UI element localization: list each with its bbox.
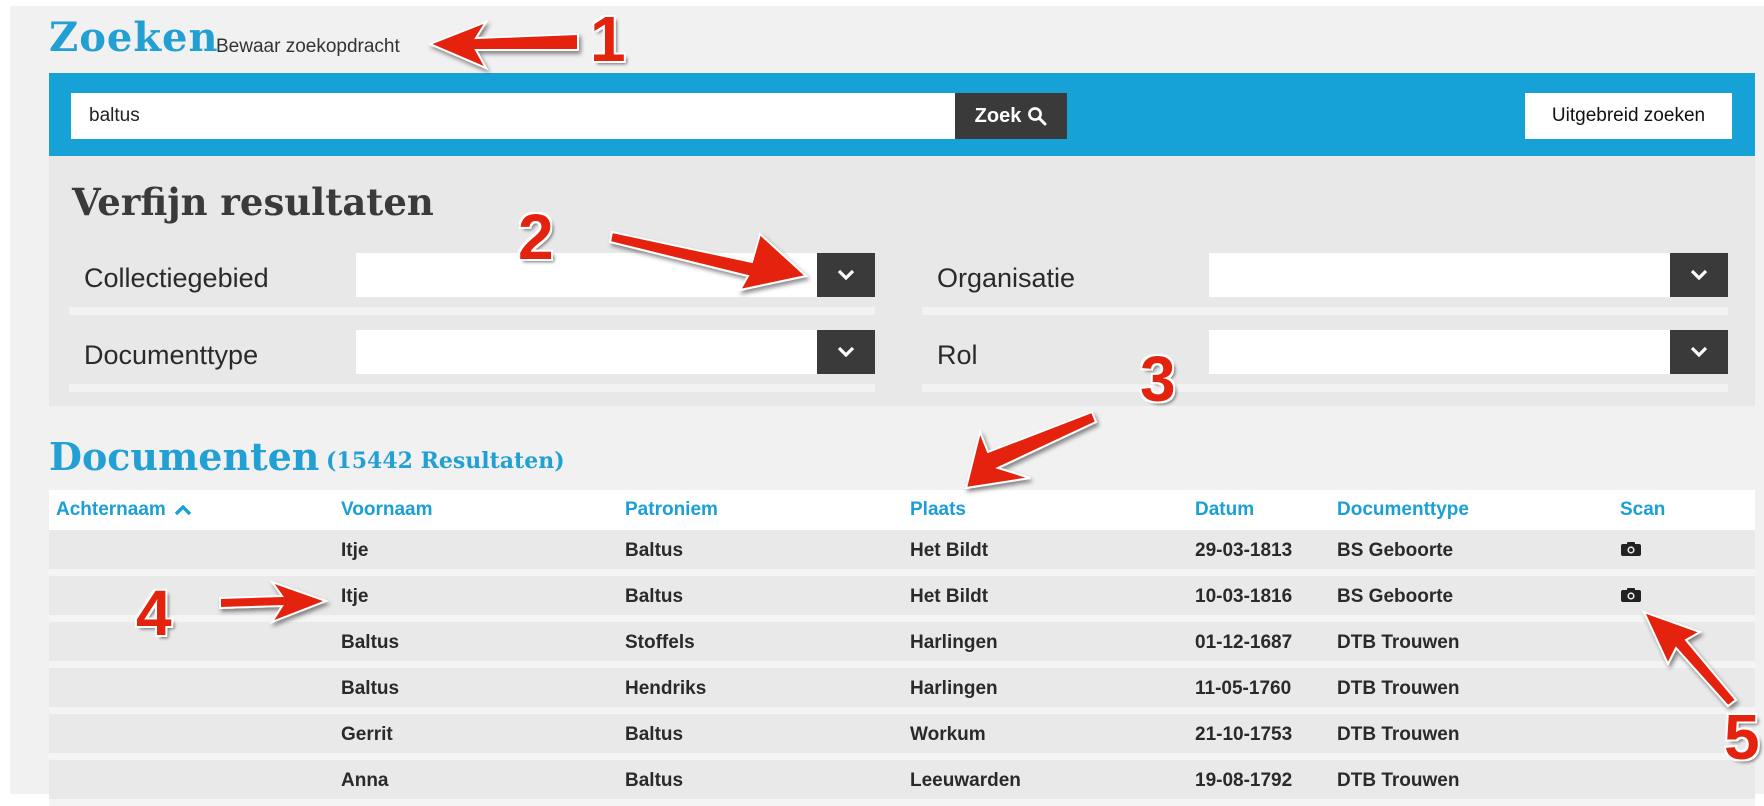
table-row[interactable]: Itje Baltus Het Bildt 29-03-1813 BS Gebo… <box>49 530 1755 576</box>
annotation-number: 3 <box>1140 343 1176 415</box>
refine-panel: Verfijn resultaten Collectiegebied Organ… <box>49 156 1755 406</box>
cell-plaats: Workum <box>910 724 986 745</box>
sort-ascending-icon <box>174 504 192 516</box>
search-bar: Zoek Uitgebreid zoeken <box>49 73 1755 156</box>
column-header-documenttype[interactable]: Documenttype <box>1337 499 1469 521</box>
camera-icon[interactable] <box>1620 541 1642 562</box>
table-row[interactable]: Gerrit Baltus Workum 21-10-1753 DTB Trou… <box>49 714 1755 760</box>
cell-patroniem: Baltus <box>625 586 684 607</box>
cell-datum: 19-08-1792 <box>1195 770 1293 791</box>
cell-patroniem: Baltus <box>625 540 684 561</box>
cell-patroniem: Baltus <box>625 724 684 745</box>
column-header-plaats[interactable]: Plaats <box>910 499 966 521</box>
table-row[interactable]: Anna Baltus Leeuwarden 19-08-1792 DTB Tr… <box>49 760 1755 806</box>
column-header-achternaam[interactable]: Achternaam <box>56 499 192 521</box>
results-table: Achternaam Voornaam Patroniem Plaats Dat… <box>49 490 1755 806</box>
cell-plaats: Het Bildt <box>910 540 989 561</box>
cell-datum: 11-05-1760 <box>1195 678 1292 699</box>
annotation-number: 1 <box>590 3 626 75</box>
page-title: Zoeken <box>49 14 219 61</box>
cell-datum: 21-10-1753 <box>1195 724 1293 745</box>
cell-voornaam: Gerrit <box>341 724 393 745</box>
annotation-number: 2 <box>518 201 554 273</box>
cell-voornaam: Baltus <box>341 632 400 653</box>
cell-patroniem: Hendriks <box>625 678 707 699</box>
table-row[interactable]: Itje Baltus Het Bildt 10-03-1816 BS Gebo… <box>49 576 1755 622</box>
save-search-link[interactable]: Bewaar zoekopdracht <box>216 36 400 58</box>
cell-patroniem: Stoffels <box>625 632 695 653</box>
column-header-patroniem[interactable]: Patroniem <box>625 499 718 521</box>
cell-plaats: Leeuwarden <box>910 770 1021 791</box>
table-body: Itje Baltus Het Bildt 29-03-1813 BS Gebo… <box>49 530 1755 806</box>
cell-datum: 29-03-1813 <box>1195 540 1293 561</box>
chevron-down-icon[interactable] <box>1670 330 1728 374</box>
search-icon <box>1028 107 1047 126</box>
filter-rol: Rol <box>922 330 1728 392</box>
rol-select[interactable] <box>1209 330 1728 374</box>
filter-collectiegebied: Collectiegebied <box>69 253 875 315</box>
cell-patroniem: Baltus <box>625 770 684 791</box>
chevron-down-icon[interactable] <box>1670 253 1728 297</box>
camera-icon[interactable] <box>1620 587 1642 608</box>
filter-label: Documenttype <box>84 340 259 370</box>
filter-documenttype: Documenttype <box>69 330 875 392</box>
cell-voornaam: Baltus <box>341 678 400 699</box>
cell-plaats: Het Bildt <box>910 586 989 607</box>
column-header-scan[interactable]: Scan <box>1620 499 1665 521</box>
table-row[interactable]: Baltus Hendriks Harlingen 11-05-1760 DTB… <box>49 668 1755 714</box>
search-button[interactable]: Zoek <box>955 93 1067 139</box>
cell-voornaam: Anna <box>341 770 389 791</box>
column-header-datum[interactable]: Datum <box>1195 499 1254 521</box>
documenttype-select[interactable] <box>356 330 875 374</box>
table-row[interactable]: Baltus Stoffels Harlingen 01-12-1687 DTB… <box>49 622 1755 668</box>
collectiegebied-select[interactable] <box>356 253 875 297</box>
cell-voornaam: Itje <box>341 540 369 561</box>
refine-title: Verfijn resultaten <box>72 180 434 224</box>
annotation-number: 4 <box>136 577 172 649</box>
cell-datum: 01-12-1687 <box>1195 632 1293 653</box>
cell-voornaam: Itje <box>341 586 369 607</box>
documents-title: Documenten <box>49 434 320 479</box>
cell-plaats: Harlingen <box>910 678 998 699</box>
annotation-number: 5 <box>1724 701 1760 773</box>
search-button-label: Zoek <box>974 104 1022 127</box>
column-header-voornaam[interactable]: Voornaam <box>341 499 433 521</box>
cell-plaats: Harlingen <box>910 632 998 653</box>
cell-datum: 10-03-1816 <box>1195 586 1293 607</box>
filter-organisatie: Organisatie <box>922 253 1728 315</box>
filter-label: Collectiegebied <box>84 263 269 293</box>
results-count: (15442 Resultaten) <box>326 448 565 474</box>
organisatie-select[interactable] <box>1209 253 1728 297</box>
cell-documenttype: DTB Trouwen <box>1337 678 1460 699</box>
filter-label: Rol <box>937 340 978 370</box>
cell-documenttype: BS Geboorte <box>1337 586 1454 607</box>
column-header-label: Achternaam <box>56 499 166 520</box>
advanced-search-button[interactable]: Uitgebreid zoeken <box>1525 93 1732 139</box>
cell-documenttype: BS Geboorte <box>1337 540 1454 561</box>
cell-documenttype: DTB Trouwen <box>1337 632 1460 653</box>
filter-label: Organisatie <box>937 263 1076 293</box>
cell-documenttype: DTB Trouwen <box>1337 724 1460 745</box>
chevron-down-icon[interactable] <box>817 330 875 374</box>
cell-documenttype: DTB Trouwen <box>1337 770 1460 791</box>
chevron-down-icon[interactable] <box>817 253 875 297</box>
search-input[interactable] <box>71 93 955 139</box>
table-header: Achternaam Voornaam Patroniem Plaats Dat… <box>49 490 1755 530</box>
